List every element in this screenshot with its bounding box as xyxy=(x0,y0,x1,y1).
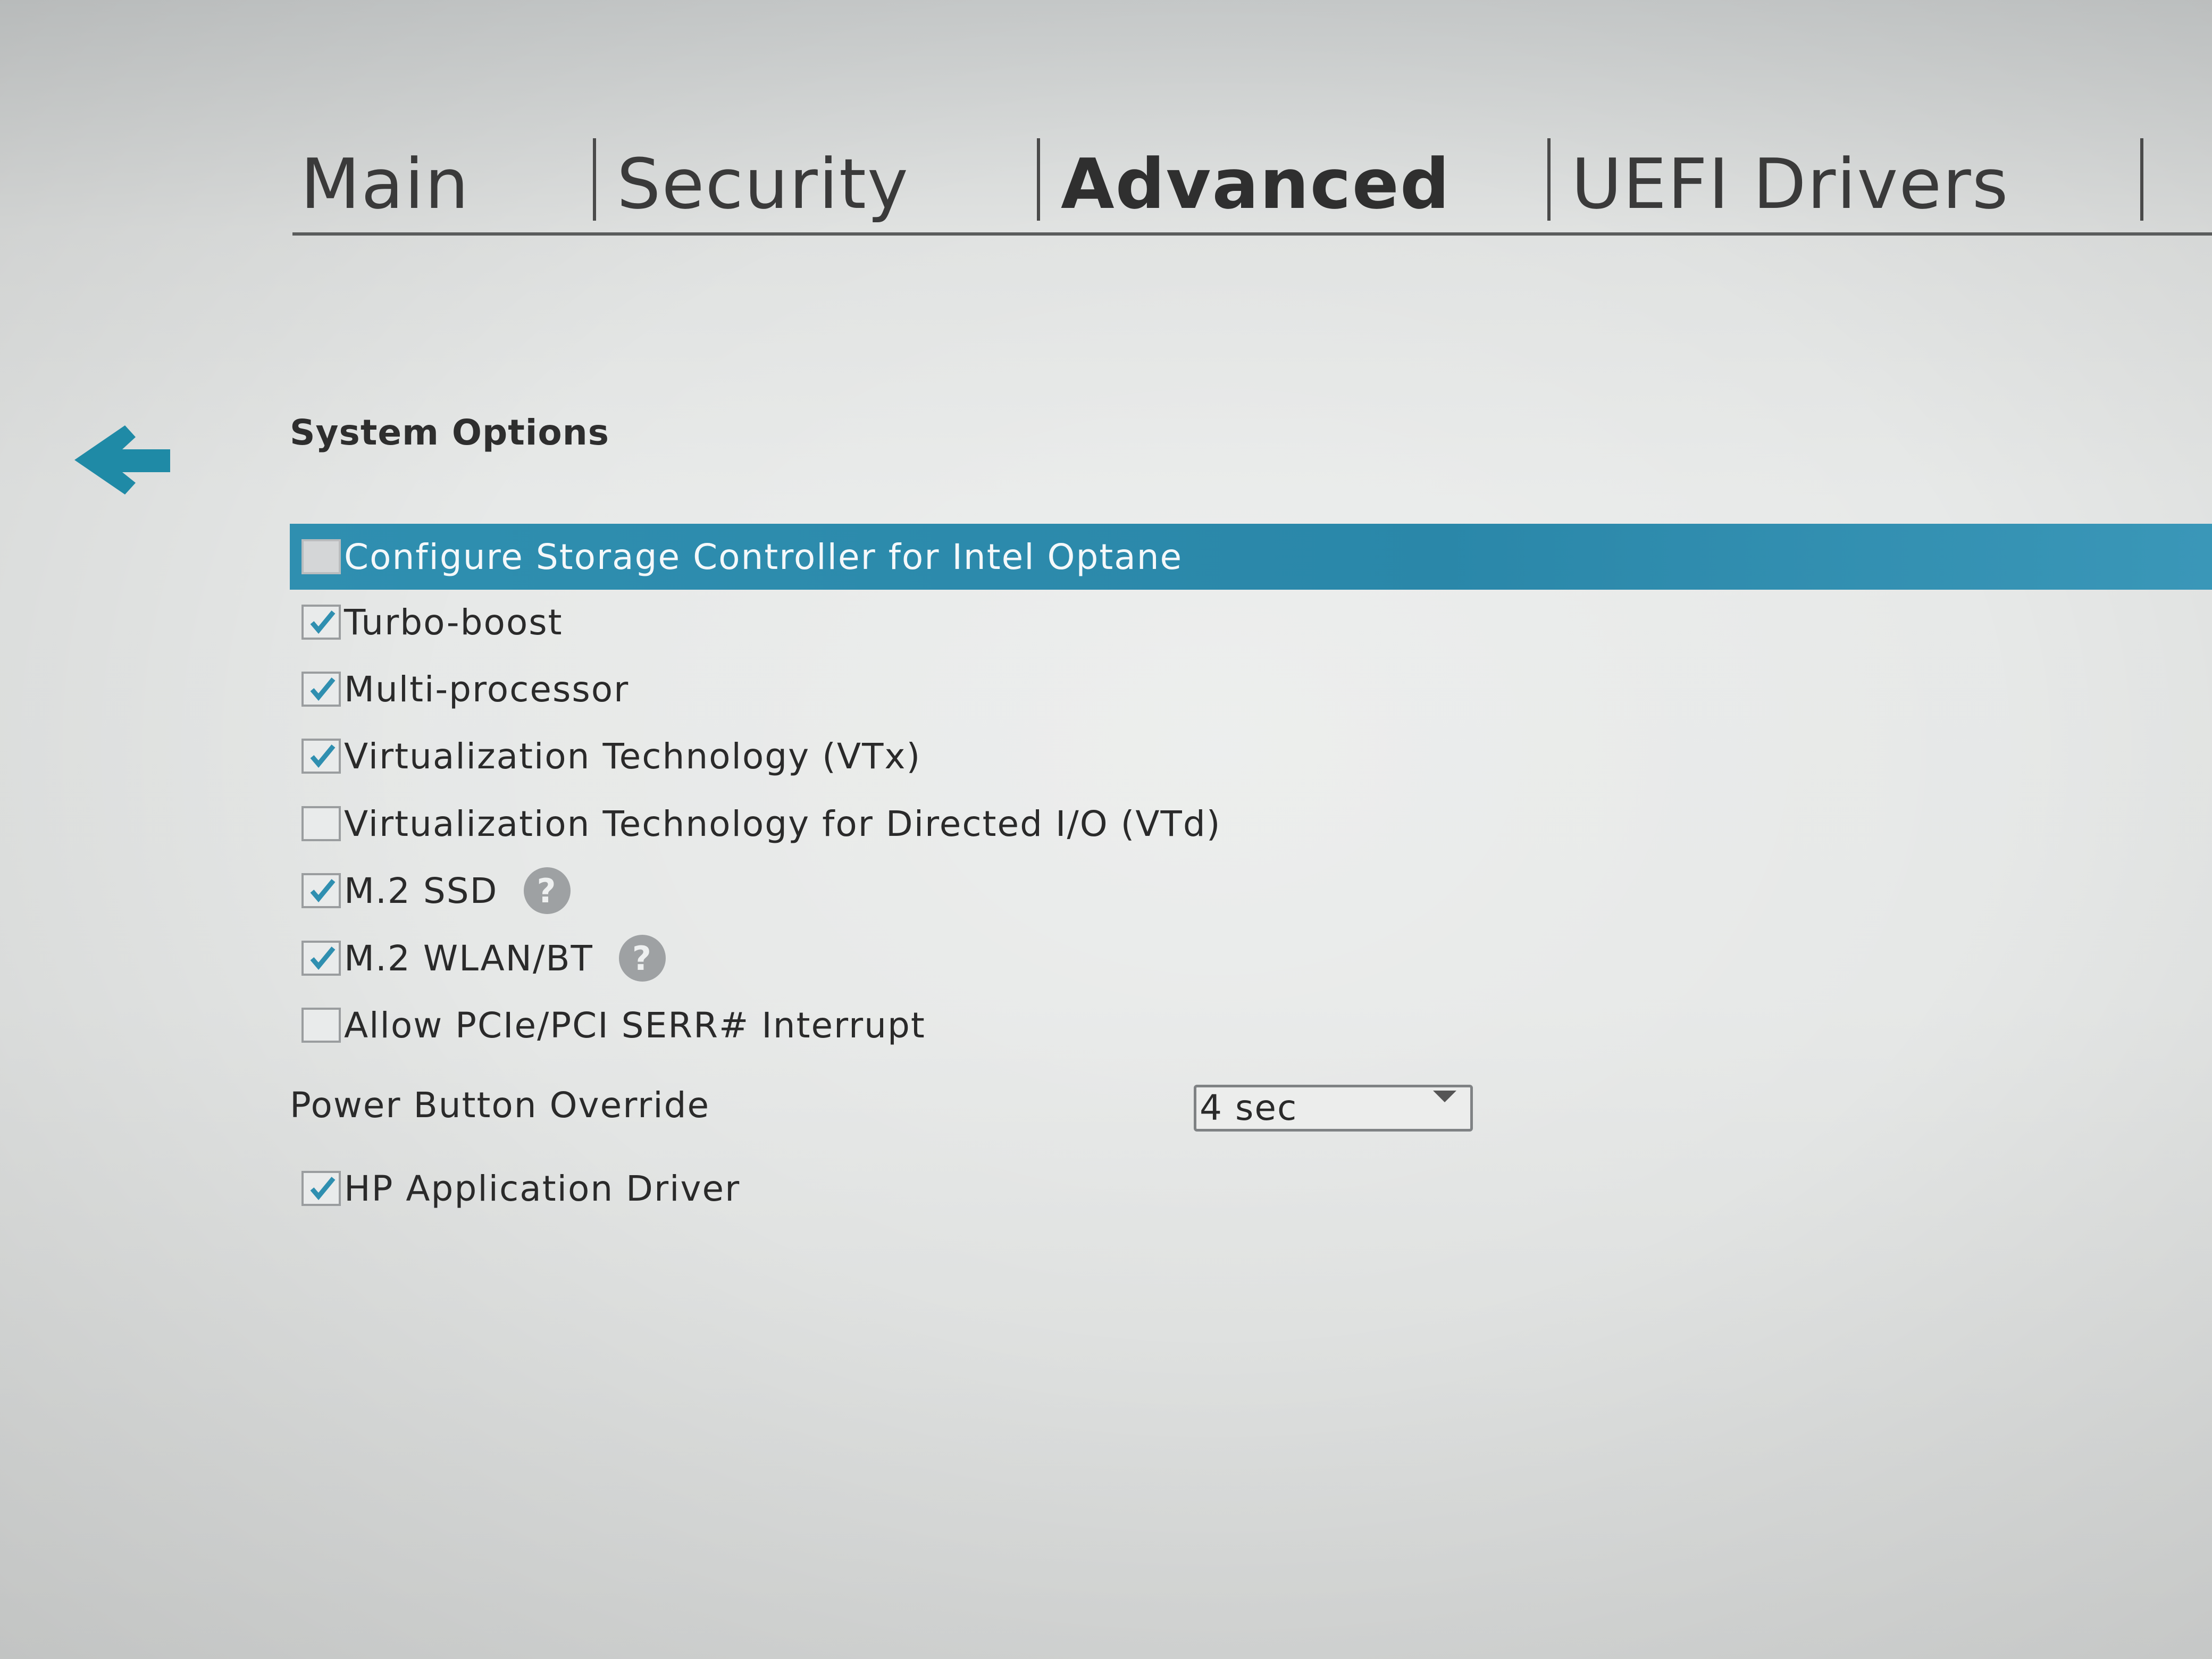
option-label: Multi-processor xyxy=(344,668,630,710)
option-label: M.2 WLAN/BT xyxy=(344,937,593,979)
help-icon[interactable]: ? xyxy=(523,867,571,914)
power-button-override-select[interactable]: 4 sec xyxy=(1194,1085,1473,1132)
power-button-override-label: Power Button Override xyxy=(290,1085,710,1126)
option-m2-ssd[interactable]: M.2 SSD ? xyxy=(290,858,2212,924)
option-allow-pcie-serr[interactable]: Allow PCIe/PCI SERR# Interrupt xyxy=(290,992,2212,1058)
tab-main[interactable]: Main xyxy=(300,144,470,224)
option-m2-wlan-bt[interactable]: M.2 WLAN/BT ? xyxy=(290,925,2212,991)
option-label: Virtualization Technology (VTx) xyxy=(344,735,921,777)
option-label: Configure Storage Controller for Intel O… xyxy=(344,536,1183,577)
tab-advanced[interactable]: Advanced xyxy=(1061,144,1451,224)
tab-separator xyxy=(1547,138,1551,221)
checkbox[interactable] xyxy=(301,806,341,841)
option-turbo-boost[interactable]: Turbo-boost xyxy=(290,589,2212,655)
checkmark-icon xyxy=(310,1177,336,1200)
tab-separator xyxy=(593,138,596,221)
option-multi-processor[interactable]: Multi-processor xyxy=(290,656,2212,722)
arrow-left-icon[interactable] xyxy=(74,425,175,495)
section-title: System Options xyxy=(290,412,610,453)
option-label: Virtualization Technology for Directed I… xyxy=(344,803,1221,844)
checkbox[interactable] xyxy=(301,672,341,707)
checkbox[interactable] xyxy=(301,739,341,774)
checkmark-icon xyxy=(310,610,336,634)
checkbox[interactable] xyxy=(301,1171,341,1206)
tab-separator xyxy=(2140,138,2143,221)
checkbox[interactable] xyxy=(301,1008,341,1043)
option-virtualization-vtd[interactable]: Virtualization Technology for Directed I… xyxy=(290,791,2212,857)
tab-security[interactable]: Security xyxy=(617,144,909,224)
option-label: Turbo-boost xyxy=(344,601,563,643)
tab-underline xyxy=(292,232,2212,236)
option-label: M.2 SSD xyxy=(344,870,498,911)
tab-separator xyxy=(1037,138,1040,221)
option-configure-storage-controller[interactable]: Configure Storage Controller for Intel O… xyxy=(290,524,2212,590)
option-label: HP Application Driver xyxy=(344,1168,741,1209)
option-virtualization-vtx[interactable]: Virtualization Technology (VTx) xyxy=(290,723,2212,789)
tab-bar: Main Security Advanced UEFI Drivers xyxy=(292,122,2212,237)
select-value: 4 sec xyxy=(1200,1087,1298,1128)
tab-uefi-drivers[interactable]: UEFI Drivers xyxy=(1571,144,2009,224)
checkmark-icon xyxy=(310,946,336,970)
option-label: Allow PCIe/PCI SERR# Interrupt xyxy=(344,1004,926,1046)
checkbox[interactable] xyxy=(301,605,341,640)
checkbox[interactable] xyxy=(301,539,341,574)
help-icon[interactable]: ? xyxy=(618,935,666,982)
checkbox[interactable] xyxy=(301,941,341,976)
checkmark-icon xyxy=(310,677,336,701)
option-hp-application-driver[interactable]: HP Application Driver xyxy=(290,1155,2212,1221)
checkmark-icon xyxy=(310,744,336,768)
checkmark-icon xyxy=(310,879,336,902)
chevron-down-icon xyxy=(1433,1091,1456,1102)
checkbox[interactable] xyxy=(301,873,341,908)
